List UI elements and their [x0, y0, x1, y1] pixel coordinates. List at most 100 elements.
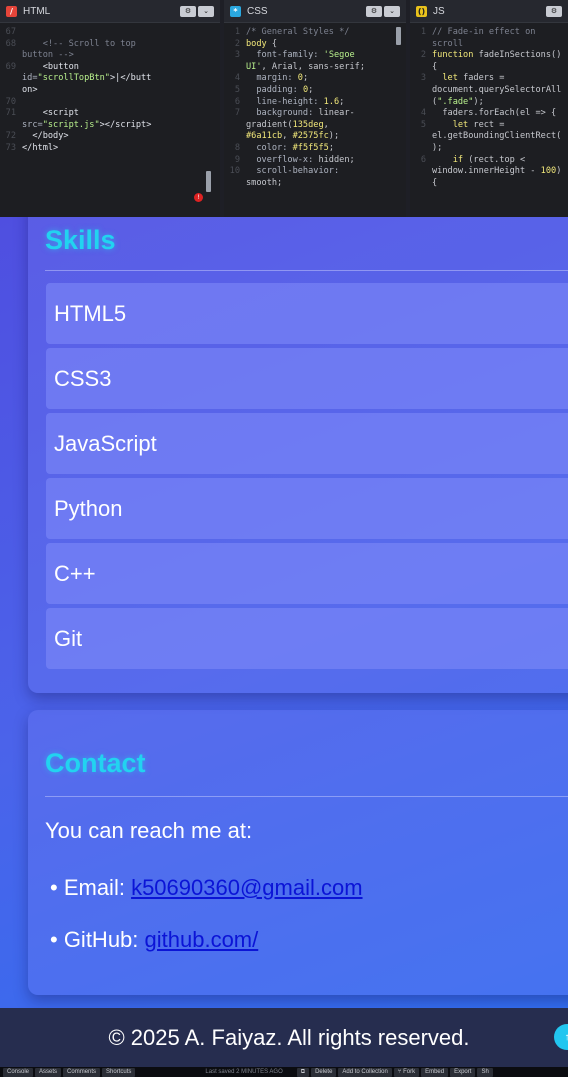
line-number: 5 — [420, 119, 426, 130]
code-text: <button — [22, 61, 79, 72]
code-line[interactable]: ); — [414, 143, 564, 155]
scroll-top-button[interactable]: ↑ — [554, 1024, 568, 1050]
code-text: let rect = — [452, 119, 505, 130]
comments-button[interactable]: Comments — [63, 1067, 101, 1077]
code-line[interactable]: 10 scroll-behavior: — [228, 166, 402, 178]
code-line[interactable]: smooth; — [228, 178, 402, 190]
code-line[interactable]: scroll — [414, 39, 564, 51]
code-line[interactable]: UI', Arial, sans-serif; — [228, 62, 402, 74]
line-number — [414, 85, 432, 97]
share-button[interactable]: Sh — [477, 1067, 493, 1077]
code-text: button --> — [22, 50, 74, 61]
preview-frame: Skills HTML5 CSS3 JavaScript Python C++ Git C… — [0, 217, 568, 1067]
line-number: 5 — [234, 84, 240, 95]
code-line[interactable]: window.innerHeight - 100) — [414, 166, 564, 178]
gear-icon[interactable]: ⚙ — [366, 5, 382, 17]
delete-button[interactable]: Delete — [311, 1067, 337, 1077]
line-number — [414, 178, 432, 190]
html-scrollbar[interactable] — [206, 171, 211, 192]
css-code[interactable]: 1/* General Styles */2 body {3 font-famil… — [224, 23, 406, 189]
github-link[interactable]: github.com/ — [145, 927, 259, 952]
code-text: overflow-x: hidden; — [256, 154, 355, 165]
line-number — [4, 120, 22, 132]
skill-item: JavaScript — [46, 413, 568, 474]
chevron-down-icon[interactable]: ⌄ — [384, 5, 400, 17]
code-line[interactable]: 8 color: #f5f5f5; — [228, 143, 402, 155]
gear-icon[interactable]: ⚙ — [546, 5, 562, 17]
code-line[interactable]: 4 faders.forEach(el => { — [414, 108, 564, 120]
email-label: • Email: — [50, 875, 132, 900]
external-link-icon[interactable]: ⧉ — [296, 1067, 310, 1077]
chevron-down-icon[interactable]: ⌄ — [198, 5, 214, 17]
code-line[interactable]: 9 overflow-x: hidden; — [228, 155, 402, 167]
css-pane-label: CSS — [247, 5, 268, 17]
code-line[interactable]: { — [414, 178, 564, 190]
code-line[interactable]: 3 let faders = — [414, 73, 564, 85]
code-line[interactable]: 7 background: linear- — [228, 108, 402, 120]
code-line[interactable]: el.getBoundingClientRect( — [414, 131, 564, 143]
gear-icon[interactable]: ⚙ — [180, 5, 196, 17]
code-line[interactable]: 72 </body> — [4, 131, 216, 143]
status-bar: Console Assets Comments Shortcuts Last s… — [0, 1067, 568, 1077]
html-code[interactable]: 67 68 <!-- Scroll to top button --> 69 <but… — [0, 23, 220, 155]
css-pane-header: * CSS ⚙ ⌄ — [224, 0, 406, 23]
js-code[interactable]: 1 // Fade-in effect on scroll 2 function fad… — [410, 23, 568, 189]
fork-label: Fork — [403, 1068, 416, 1075]
code-line[interactable]: (".fade"); — [414, 97, 564, 109]
css-editor-pane[interactable]: * CSS ⚙ ⌄ 1 /* General Styles */ 2 body {3 … — [224, 0, 406, 217]
embed-button[interactable]: Embed — [421, 1067, 449, 1077]
line-number — [414, 166, 432, 178]
html-icon: / — [6, 5, 17, 17]
code-line[interactable]: 4 margin: 0; — [228, 73, 402, 85]
error-icon[interactable]: ! — [194, 193, 203, 202]
code-line[interactable]: 71 <script — [4, 108, 216, 120]
code-line[interactable]: button --> — [4, 50, 216, 62]
code-text: body { — [246, 38, 278, 49]
code-text: </body> — [22, 131, 69, 142]
code-line[interactable]: 1 // Fade-in effect on — [414, 27, 564, 39]
line-number: 67 — [5, 27, 16, 37]
code-line[interactable]: 69 <button — [4, 62, 216, 74]
code-line[interactable]: 2 function fadeInSections() — [414, 50, 564, 62]
css-scrollbar[interactable] — [396, 27, 401, 45]
code-text: <!-- Scroll to top — [22, 38, 136, 49]
line-number — [414, 97, 432, 109]
shortcuts-button[interactable]: Shortcuts — [102, 1067, 136, 1077]
code-line[interactable]: 2 body { — [228, 39, 402, 51]
console-button[interactable]: Console — [3, 1067, 34, 1077]
code-line[interactable]: 5 let rect = — [414, 120, 564, 132]
code-text: line-height: 1.6; — [256, 96, 345, 107]
add-to-collection-button[interactable]: Add to Collection — [338, 1067, 392, 1077]
code-line[interactable]: on> — [4, 85, 216, 97]
export-button[interactable]: Export — [450, 1067, 476, 1077]
code-line[interactable]: 5 padding: 0; — [228, 85, 402, 97]
code-line[interactable]: 6 line-height: 1.6; — [228, 97, 402, 109]
line-number: 3 — [234, 50, 240, 61]
html-editor-pane[interactable]: / HTML ⚙ ⌄ 67 68 <!-- Scroll to top button… — [0, 0, 220, 217]
code-line[interactable]: id="scrollTopBtn">|</butt — [4, 73, 216, 85]
code-line[interactable]: #6a11cb, #2575fc); — [228, 131, 402, 143]
assets-button[interactable]: Assets — [35, 1067, 62, 1077]
skills-divider — [45, 270, 568, 271]
code-line[interactable]: 6 if (rect.top < — [414, 155, 564, 167]
line-number: 70 — [5, 96, 16, 107]
line-number — [414, 62, 432, 74]
code-line[interactable]: 68 <!-- Scroll to top — [4, 39, 216, 51]
code-line[interactable]: 67 — [4, 27, 216, 39]
code-line[interactable]: src="script.js"></script> — [4, 120, 216, 132]
code-text: el.getBoundingClientRect( — [432, 131, 562, 142]
code-text: let faders = — [442, 73, 505, 84]
code-line[interactable]: { — [414, 62, 564, 74]
code-line[interactable]: 73 </html> — [4, 143, 216, 155]
code-line[interactable]: 70 — [4, 97, 216, 109]
code-line[interactable]: 3 font-family: 'Segoe — [228, 50, 402, 62]
last-saved-text: Last saved 2 MINUTES AGO — [205, 1069, 283, 1075]
skills-section: Skills HTML5 CSS3 JavaScript Python C++ Git — [28, 217, 568, 693]
fork-button[interactable]: ⑂ Fork — [393, 1067, 420, 1077]
email-link[interactable]: k50690360@gmail.com — [131, 875, 362, 900]
contact-divider — [45, 796, 568, 797]
code-line[interactable]: gradient(135deg, — [228, 120, 402, 132]
code-line[interactable]: 1 /* General Styles */ — [228, 27, 402, 39]
code-line[interactable]: document.querySelectorAll — [414, 85, 564, 97]
js-editor-pane[interactable]: () JS ⚙ 1 // Fade-in effect on scroll 2 func… — [410, 0, 568, 217]
